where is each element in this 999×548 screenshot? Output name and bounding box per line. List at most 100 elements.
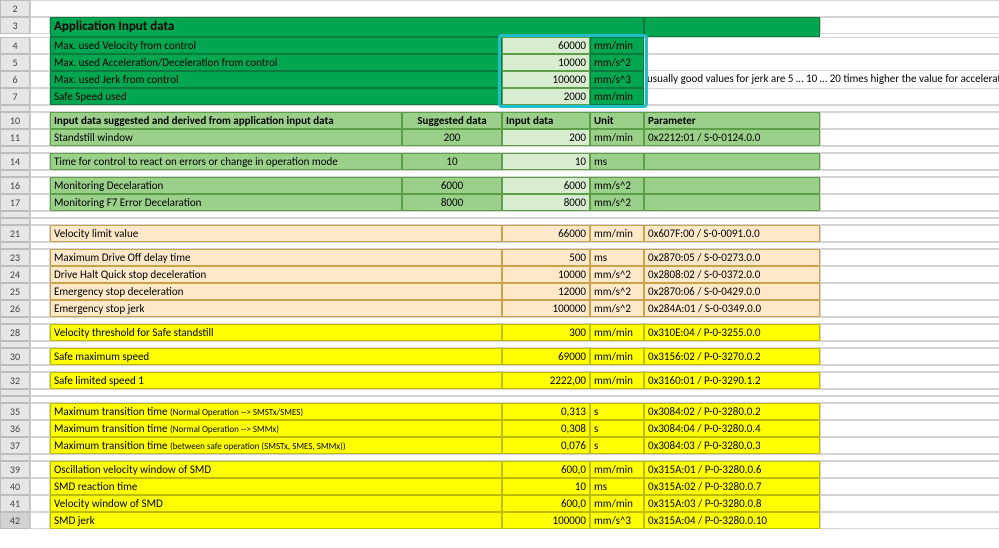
derived-input[interactable]: 6000 — [502, 177, 590, 194]
empty-cell[interactable] — [30, 249, 50, 266]
param-input[interactable]: 100000 — [502, 300, 590, 317]
empty-cell[interactable] — [820, 194, 999, 211]
row-header[interactable]: 39 — [0, 461, 30, 478]
row-header[interactable]: 25 — [0, 283, 30, 300]
empty-cell[interactable] — [820, 512, 999, 529]
empty-cell[interactable] — [820, 283, 999, 300]
empty-cell[interactable] — [30, 17, 50, 34]
row-header[interactable] — [0, 146, 30, 153]
row-header[interactable]: 3 — [0, 17, 30, 34]
empty-cell[interactable] — [820, 129, 999, 146]
empty-cell[interactable] — [30, 218, 999, 225]
derived-input[interactable]: 200 — [502, 129, 590, 146]
param-input[interactable]: 0,313 — [502, 403, 590, 420]
empty-cell[interactable] — [30, 403, 50, 420]
param-input[interactable]: 66000 — [502, 225, 590, 242]
empty-cell[interactable] — [30, 211, 999, 218]
empty-cell[interactable] — [30, 454, 999, 461]
empty-cell[interactable] — [820, 112, 999, 129]
empty-cell[interactable] — [30, 177, 50, 194]
empty-cell[interactable] — [30, 389, 999, 396]
row-header[interactable] — [0, 218, 30, 225]
row-header[interactable] — [0, 317, 30, 324]
empty-cell[interactable] — [30, 146, 999, 153]
param-input[interactable]: 300 — [502, 324, 590, 341]
param-input[interactable]: 2222,00 — [502, 372, 590, 389]
param-input[interactable]: 12000 — [502, 283, 590, 300]
row-header[interactable]: 37 — [0, 437, 30, 454]
empty-cell[interactable] — [30, 300, 50, 317]
empty-cell[interactable] — [820, 403, 999, 420]
empty-cell[interactable] — [30, 348, 50, 365]
empty-cell[interactable] — [30, 71, 50, 88]
empty-cell[interactable] — [30, 396, 999, 403]
empty-cell[interactable] — [30, 317, 999, 324]
app-input-value[interactable]: 2000 — [502, 88, 590, 105]
row-header[interactable] — [0, 105, 30, 112]
empty-cell[interactable] — [820, 420, 999, 437]
empty-cell[interactable] — [30, 266, 50, 283]
empty-cell[interactable] — [30, 54, 50, 71]
row-header[interactable]: 26 — [0, 300, 30, 317]
empty-cell[interactable] — [820, 437, 999, 454]
row-header[interactable] — [0, 211, 30, 218]
empty-cell[interactable] — [644, 54, 999, 71]
row-header[interactable]: 2 — [0, 0, 30, 17]
empty-cell[interactable] — [30, 324, 50, 341]
param-input[interactable]: 0,308 — [502, 420, 590, 437]
row-header[interactable]: 7 — [0, 88, 30, 105]
empty-cell[interactable] — [820, 153, 999, 170]
row-header[interactable]: 4 — [0, 37, 30, 54]
row-header[interactable] — [0, 341, 30, 348]
empty-cell[interactable] — [820, 17, 999, 34]
app-input-value[interactable]: 60000 — [502, 37, 590, 54]
empty-cell[interactable] — [30, 153, 50, 170]
row-header[interactable]: 40 — [0, 478, 30, 495]
row-header[interactable]: 21 — [0, 225, 30, 242]
row-header[interactable]: 36 — [0, 420, 30, 437]
empty-cell[interactable] — [30, 242, 999, 249]
empty-cell[interactable] — [820, 300, 999, 317]
row-header[interactable] — [0, 454, 30, 461]
row-header[interactable]: 42 — [0, 512, 30, 529]
row-header[interactable] — [0, 170, 30, 177]
empty-cell[interactable] — [30, 365, 999, 372]
empty-cell[interactable] — [820, 266, 999, 283]
app-input-value[interactable]: 100000 — [502, 71, 590, 88]
empty-cell[interactable] — [820, 478, 999, 495]
empty-cell[interactable] — [30, 129, 50, 146]
row-header[interactable]: 23 — [0, 249, 30, 266]
row-header[interactable] — [0, 365, 30, 372]
derived-input[interactable]: 10 — [502, 153, 590, 170]
empty-cell[interactable] — [30, 495, 50, 512]
row-header[interactable]: 10 — [0, 112, 30, 129]
param-input[interactable]: 500 — [502, 249, 590, 266]
row-header[interactable]: 32 — [0, 372, 30, 389]
derived-input[interactable]: 8000 — [502, 194, 590, 211]
param-input[interactable]: 69000 — [502, 348, 590, 365]
row-header[interactable]: 17 — [0, 194, 30, 211]
empty-cell[interactable] — [30, 105, 999, 112]
row-header[interactable]: 24 — [0, 266, 30, 283]
empty-cell[interactable] — [30, 194, 50, 211]
param-input[interactable]: 600,0 — [502, 461, 590, 478]
param-input[interactable]: 10000 — [502, 266, 590, 283]
empty-cell[interactable] — [820, 324, 999, 341]
row-header[interactable]: 35 — [0, 403, 30, 420]
empty-cell[interactable] — [644, 88, 999, 105]
empty-cell[interactable] — [30, 170, 999, 177]
empty-cell[interactable] — [30, 112, 50, 129]
empty-cell[interactable] — [30, 512, 50, 529]
empty-cell[interactable] — [30, 225, 50, 242]
param-input[interactable]: 600,0 — [502, 495, 590, 512]
empty-cell[interactable] — [30, 0, 999, 17]
empty-cell[interactable] — [30, 283, 50, 300]
row-header[interactable]: 30 — [0, 348, 30, 365]
empty-cell[interactable] — [30, 37, 50, 54]
empty-cell[interactable] — [30, 341, 999, 348]
empty-cell[interactable] — [820, 461, 999, 478]
row-header[interactable]: 11 — [0, 129, 30, 146]
app-input-value[interactable]: 10000 — [502, 54, 590, 71]
empty-cell[interactable] — [820, 225, 999, 242]
empty-cell[interactable] — [30, 478, 50, 495]
